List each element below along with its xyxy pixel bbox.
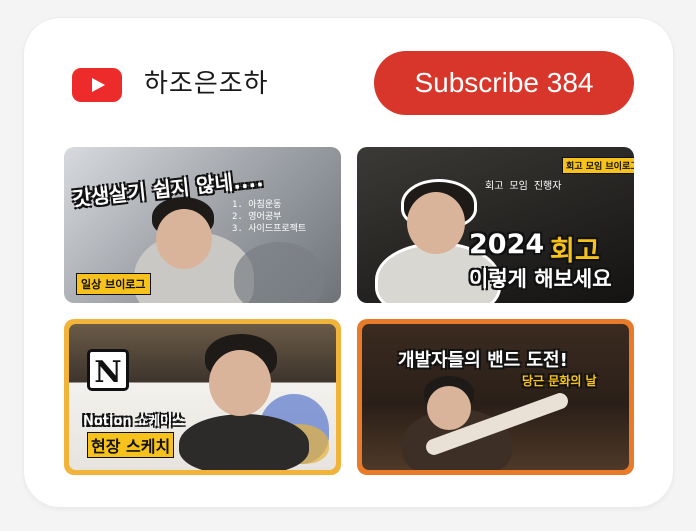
video-2-tag: 회고 모임 브이로그 <box>562 157 634 174</box>
video-thumbnail-3[interactable]: N Notion 쇼케이스 현장 스케치 <box>64 319 341 475</box>
channel-name[interactable]: 하조은조하 <box>144 66 269 102</box>
person-face <box>156 209 212 269</box>
video-2-handwritten-note: 회고 모임 진행자 <box>485 181 562 192</box>
video-4-headline: 개발자들의 밴드 도전! <box>398 350 568 371</box>
video-2-headline-year: 2024 <box>469 229 545 260</box>
reflection-image <box>234 242 324 303</box>
video-4-subline: 당근 문화의 날 <box>522 374 597 388</box>
youtube-play-icon <box>72 68 122 102</box>
video-thumbnail-2[interactable]: 회고 모임 브이로그 회고 모임 진행자 2024 회고 이렇게 해보세요 <box>357 147 634 303</box>
video-thumbnail-4[interactable]: 개발자들의 밴드 도전! 당근 문화의 날 <box>357 319 634 475</box>
video-3-line-1: Notion 쇼케이스 <box>83 414 185 429</box>
thumbnail-inner: N Notion 쇼케이스 현장 스케치 <box>69 324 336 470</box>
video-2-subline: 이렇게 해보세요 <box>469 267 612 291</box>
notion-logo-icon: N <box>87 349 129 391</box>
thumbnail-inner: 개발자들의 밴드 도전! 당근 문화의 날 <box>362 324 629 470</box>
subscribe-button[interactable]: Subscribe 384 <box>374 51 634 115</box>
video-1-list-text: 1. 아침운동 2. 영어공부 3. 사이드프로젝트 <box>232 200 307 234</box>
channel-card: 하조은조하 Subscribe 384 갓생살기 쉽지 않네.... 1. 아침… <box>24 18 673 507</box>
channel-header: 하조은조하 Subscribe 384 <box>24 18 673 148</box>
person-face <box>427 386 471 430</box>
person-face <box>209 350 271 416</box>
video-thumbnail-1[interactable]: 갓생살기 쉽지 않네.... 1. 아침운동 2. 영어공부 3. 사이드프로젝… <box>64 147 341 303</box>
person-face <box>407 192 465 254</box>
video-3-line-2: 현장 스케치 <box>87 432 175 458</box>
person-image <box>179 414 309 470</box>
video-1-tag: 일상 브이로그 <box>76 273 151 295</box>
